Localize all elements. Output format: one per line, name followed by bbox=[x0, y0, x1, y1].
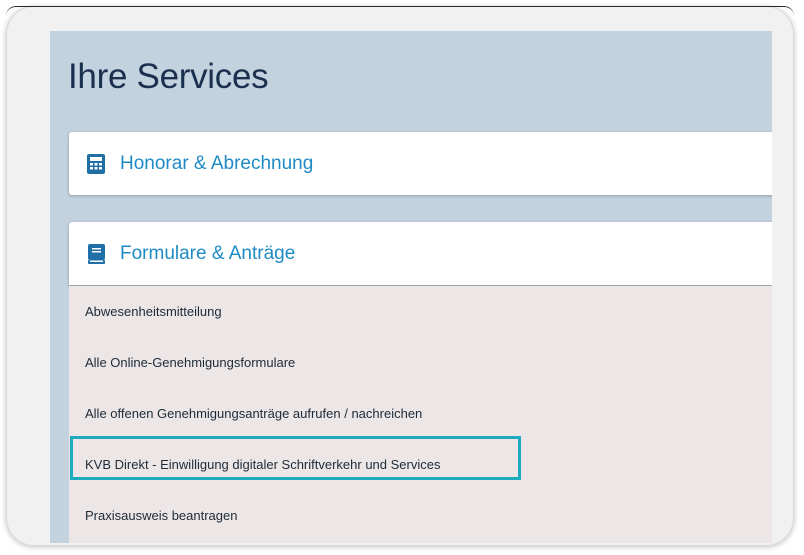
section-honorar-abrechnung[interactable]: Honorar & Abrechnung bbox=[69, 132, 772, 195]
page-title: Ihre Services bbox=[68, 57, 269, 96]
tablet-top-edge bbox=[6, 6, 794, 16]
list-item-abwesenheitsmitteilung[interactable]: Abwesenheitsmitteilung bbox=[69, 291, 222, 331]
section-title: Formulare & Anträge bbox=[120, 242, 296, 264]
list-item-praxisausweis[interactable]: Praxisausweis beantragen bbox=[69, 495, 237, 535]
book-icon bbox=[86, 243, 106, 264]
tablet-frame: Ihre Services Honorar & Abrechnung Formu… bbox=[6, 6, 794, 546]
section-title: Honorar & Abrechnung bbox=[120, 152, 314, 174]
section-formulare-antraege[interactable]: Formulare & Anträge bbox=[69, 222, 772, 286]
section-header[interactable]: Honorar & Abrechnung bbox=[69, 132, 772, 195]
formulare-link-list: Abwesenheitsmitteilung Alle Online-Geneh… bbox=[69, 286, 772, 543]
calculator-icon bbox=[86, 153, 106, 174]
list-item-online-genehmigungsformulare[interactable]: Alle Online-Genehmigungsformulare bbox=[69, 342, 295, 382]
section-header[interactable]: Formulare & Anträge bbox=[69, 222, 772, 285]
list-item-offene-genehmigungsantraege[interactable]: Alle offenen Genehmigungsanträge aufrufe… bbox=[69, 393, 422, 433]
services-page: Ihre Services Honorar & Abrechnung Formu… bbox=[50, 31, 772, 543]
list-item-kvb-direkt[interactable]: KVB Direkt - Einwilligung digitaler Schr… bbox=[69, 444, 440, 484]
